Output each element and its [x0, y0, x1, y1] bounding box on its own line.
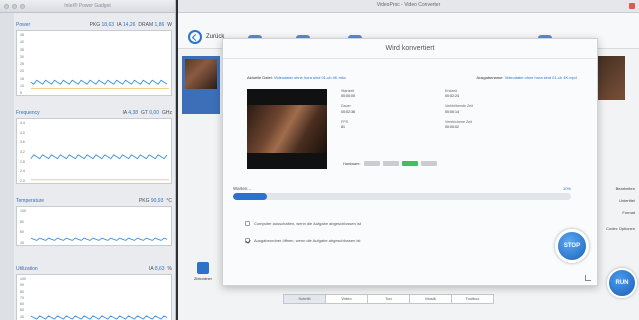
- tab-ton[interactable]: Ton: [367, 294, 410, 304]
- chart-panel-title: Frequency: [16, 110, 40, 116]
- chart-readouts: PKG 18,63 IA 14,26 DRAM 1,86 W: [90, 22, 172, 28]
- folder-icon: [197, 262, 209, 274]
- chart-panel-header: Power PKG 18,63 IA 14,26 DRAM 1,86 W: [16, 20, 172, 30]
- output-folder-label: Zielordner: [193, 276, 212, 281]
- chart-plot-area: 100 80 60 40: [16, 206, 172, 246]
- file-info-row: Aktuelle Datei: Videodatei ohne hora sin…: [247, 75, 577, 80]
- duration-value: 00:02:36: [341, 109, 355, 114]
- tab-video[interactable]: Video: [325, 294, 368, 304]
- output-label: Ausgabename:: [476, 75, 504, 80]
- hardware-acceleration-row: Hardware:: [343, 161, 437, 166]
- readout-unit: %: [167, 266, 172, 272]
- readout-unit: °C: [166, 198, 172, 204]
- output-filename: Videodatei ohne hora sind 01-ch 4K.mp4: [504, 75, 577, 80]
- chart-panel-power: Power PKG 18,63 IA 14,26 DRAM 1,86 W 45 40 35 30…: [16, 20, 172, 96]
- source-filename: Videodatei ohne hora sind 01-ch 4K.mkv: [273, 75, 346, 80]
- chart-trace-line: [30, 154, 168, 160]
- side-label-edit[interactable]: Bearbeiten: [616, 186, 635, 191]
- elapsed-time-value: 00:00:02: [445, 125, 459, 130]
- remaining-time-label: Verbleibende Zeit: [445, 104, 473, 109]
- chart-trace-svg: [30, 315, 168, 320]
- status-text: Warten...: [233, 186, 252, 191]
- hw-chip-amd: [401, 161, 418, 166]
- dialog-title: Wird konvertiert: [223, 39, 597, 59]
- right-info-block: Endzeit 00:02:24 Verbleibende Zeit 00:00…: [445, 89, 473, 130]
- power-gadget-window: Intel® Power Gadget Power PKG 18,63 IA 14,…: [0, 0, 176, 320]
- shutdown-checkbox[interactable]: [245, 221, 250, 226]
- chart-panel-title: Utilization: [16, 266, 38, 272]
- shutdown-option[interactable]: Computer ausschalten, wenn die Aufgabe a…: [245, 221, 361, 226]
- chart-trace-line: [30, 237, 168, 241]
- readout: DRAM 1,86: [138, 22, 165, 28]
- chart-plot-area: 4.4 4.0 3.6 3.2 2.8 2.4 2.0: [16, 118, 172, 184]
- chart-trace-svg: [30, 237, 168, 241]
- shutdown-option-label: Computer ausschalten, wenn die Aufgabe a…: [254, 221, 361, 226]
- video-preview: [247, 89, 327, 169]
- left-info-block: Startzeit 00:00:00 Dauer 00:02:36 FPS 81: [341, 89, 355, 130]
- chart-plot-area: 10090807060504030: [16, 274, 172, 320]
- readout: PKG 90,93: [138, 198, 164, 204]
- chart-panel-utilization: Utilization IA 8,63% 10090807060504030: [16, 264, 172, 320]
- tab-musik[interactable]: Musik: [409, 294, 452, 304]
- chart-panel-title: Power: [16, 22, 31, 28]
- side-label-format[interactable]: Format: [622, 210, 635, 215]
- chart-trace-line: [30, 79, 168, 85]
- chart-plot-area: 45 40 35 30 25 20 15 10 5: [16, 30, 172, 96]
- converter-window-title: VideoProc - Video Converter: [376, 2, 441, 8]
- chart-panel-title: Temperature: [16, 198, 45, 204]
- tab-schnitt[interactable]: Schnitt: [283, 294, 326, 304]
- open-folder-option[interactable]: Ausgabeordner öffnen, wenn die Aufgabe a…: [245, 238, 360, 243]
- tab-toolbox[interactable]: Toolbox: [451, 294, 494, 304]
- hw-chip-intel: [363, 161, 380, 166]
- open-folder-option-label: Ausgabeordner öffnen, wenn die Aufgabe a…: [254, 238, 361, 243]
- chart-panel-header: Utilization IA 8,63%: [16, 264, 172, 274]
- side-label-codec[interactable]: Codec Optionen: [606, 226, 635, 231]
- chart-readouts: PKG 90,93 °C: [139, 198, 172, 204]
- chart-panel-header: Frequency IA 4,38 GT 0,00 GHz: [16, 108, 172, 118]
- hardware-label: Hardware:: [343, 161, 361, 166]
- chart-trace-line: [30, 315, 168, 320]
- progress-percent: 10%: [562, 186, 571, 191]
- open-folder-checkbox[interactable]: [245, 238, 250, 243]
- readout: IA 14,26: [117, 22, 136, 28]
- bottom-tab-bar: Schnitt Video Ton Musik Toolbox: [283, 294, 494, 304]
- power-gadget-titlebar: Intel® Power Gadget: [0, 0, 175, 13]
- readout: IA 8,63: [148, 266, 165, 272]
- chart-trace-svg: [30, 154, 170, 181]
- chart-panel-temperature: Temperature PKG 90,93 °C 100 80 60 40: [16, 196, 172, 246]
- output-folder-button[interactable]: Zielordner: [192, 262, 214, 284]
- chart-readouts: IA 8,63%: [149, 266, 172, 272]
- readout-unit: W: [167, 22, 172, 28]
- back-arrow-icon[interactable]: [188, 30, 202, 44]
- readout: IA 4,38: [122, 110, 139, 116]
- progress-bar-fill: [233, 193, 267, 200]
- hw-chip-cpu: [420, 161, 437, 166]
- chart-panel-frequency: Frequency IA 4,38 GT 0,00 GHz 4.4 4.0 3.6 3.2 2.…: [16, 108, 172, 184]
- close-icon[interactable]: [629, 3, 635, 9]
- readout-unit: GHz: [162, 110, 172, 116]
- readout: GT 0,00: [141, 110, 159, 116]
- converter-titlebar: VideoProc - Video Converter: [178, 0, 639, 13]
- run-button[interactable]: RUN: [607, 268, 637, 298]
- power-gadget-sidebar: [0, 13, 14, 320]
- progress-bar: [233, 193, 571, 200]
- chart-readouts: IA 4,38 GT 0,00 GHz: [122, 110, 172, 116]
- video-thumbnail-selected[interactable]: [182, 56, 220, 114]
- converting-dialog: Wird konvertiert Aktuelle Datei: Videoda…: [222, 38, 598, 286]
- power-gadget-title: Intel® Power Gadget: [64, 3, 111, 9]
- collapse-dialog-icon[interactable]: [585, 275, 591, 281]
- source-label: Aktuelle Datei:: [247, 75, 273, 80]
- stop-button[interactable]: STOP: [555, 229, 589, 263]
- chart-panel-header: Temperature PKG 90,93 °C: [16, 196, 172, 206]
- readout: PKG 18,63: [89, 22, 115, 28]
- chart-trace-svg: [30, 79, 170, 89]
- side-label-subtitle[interactable]: Untertitel: [619, 198, 635, 203]
- hw-chip-nvidia: [382, 161, 399, 166]
- start-time-value: 00:00:00: [341, 94, 355, 99]
- fps-value: 81: [341, 125, 345, 130]
